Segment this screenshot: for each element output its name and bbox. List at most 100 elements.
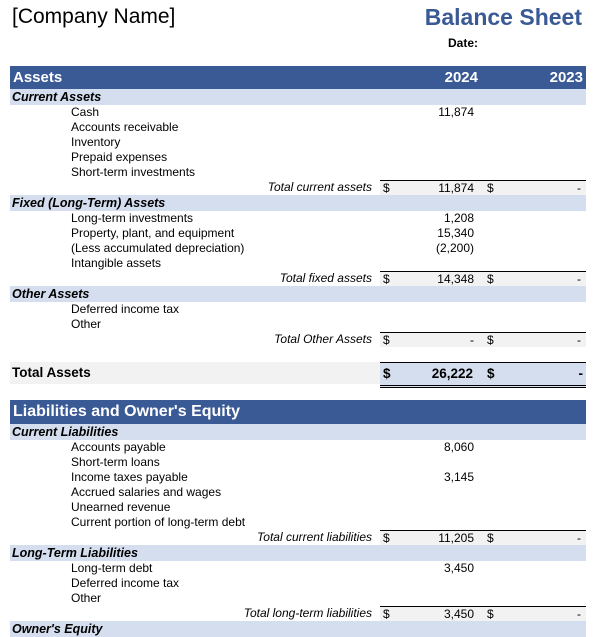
section-current-liabilities: Current Liabilities — [10, 424, 586, 440]
line-item-label: Short-term investments — [71, 165, 196, 179]
subtotal-label: Total current liabilities — [257, 530, 372, 544]
section-label: Long-Term Liabilities — [12, 546, 138, 560]
line-item-label: Accrued salaries and wages — [71, 485, 222, 499]
line-item-label: Accounts receivable — [71, 120, 179, 134]
section-label: Other Assets — [12, 287, 90, 301]
company-name[interactable]: [Company Name] — [12, 5, 175, 29]
subtotal-cells: $3,450 $ - — [380, 606, 586, 621]
subtotal-value-2023[interactable]: - — [488, 333, 581, 348]
line-item-row: Prepaid expenses — [10, 150, 586, 165]
line-item-row: Unearned revenue — [10, 500, 586, 515]
line-item-label: Other — [71, 317, 102, 331]
subtotal-label: Total long-term liabilities — [243, 606, 372, 620]
subtotal-cells: $ - $ - — [380, 332, 586, 347]
line-item-row: Property, plant, and equipment 15,340 — [10, 226, 586, 241]
line-item-value-2024[interactable]: (2,200) — [382, 241, 474, 256]
subtotal-value-2024[interactable]: 11,874 — [380, 181, 474, 196]
subtotal-cells: $14,348 $ - — [380, 271, 586, 286]
line-item-label: Long-term debt — [71, 561, 153, 575]
line-item-row: Deferred income tax — [10, 576, 586, 591]
line-item-value-2024[interactable]: 8,060 — [382, 440, 474, 455]
subtotal-value-2023[interactable]: - — [488, 607, 581, 622]
total-assets-row: Total Assets $ 26,222 $ - — [10, 362, 586, 388]
subtotal-value-2024[interactable]: 11,205 — [380, 531, 474, 546]
total-assets-2023[interactable]: - — [488, 363, 584, 385]
balance-sheet-table: Assets 2024 2023 Current Assets Cash 11,87… — [10, 66, 586, 637]
line-item-row: Deferred income tax — [10, 302, 586, 317]
line-item-label: Cash — [71, 105, 100, 119]
line-item-label: Deferred income tax — [71, 302, 180, 316]
section-other-assets: Other Assets — [10, 286, 586, 302]
year-2024-header: 2024 — [444, 69, 478, 86]
line-item-label: Intangible assets — [71, 256, 162, 270]
liabilities-header-row: Liabilities and Owner's Equity — [10, 400, 586, 424]
subtotal-value-2023[interactable]: - — [488, 181, 581, 196]
section-label: Current Liabilities — [12, 425, 119, 439]
subtotal-value-2023[interactable]: - — [488, 531, 581, 546]
line-item-row: Income taxes payable 3,145 — [10, 470, 586, 485]
line-item-row: Long-term investments 1,208 — [10, 211, 586, 226]
line-item-row: Short-term loans — [10, 455, 586, 470]
subtotal-value-2024[interactable]: 3,450 — [380, 607, 474, 622]
sheet-title: Balance Sheet — [424, 4, 582, 30]
total-assets-label: Total Assets — [12, 365, 91, 380]
line-item-label: Current portion of long-term debt — [71, 515, 246, 529]
liabilities-heading: Liabilities and Owner's Equity — [13, 403, 240, 420]
line-item-label: Short-term loans — [71, 455, 160, 469]
subtotal-label: Total fixed assets — [279, 271, 372, 285]
line-item-value-2024[interactable]: 3,450 — [382, 561, 474, 576]
subtotal-cells: $11,205 $ - — [380, 530, 586, 545]
subtotal-value-2023[interactable]: - — [488, 272, 581, 287]
section-long-term-liabilities: Long-Term Liabilities — [10, 545, 586, 561]
line-item-label: Long-term investments — [71, 211, 194, 225]
line-item-value-2024[interactable]: 1,208 — [382, 211, 474, 226]
line-item-row: Long-term debt 3,450 — [10, 561, 586, 576]
subtotal-row-long-term-liabilities: Total long-term liabilities $3,450 $ - — [10, 606, 586, 621]
section-current-assets: Current Assets — [10, 89, 586, 105]
line-item-row: (Less accumulated depreciation) (2,200) — [10, 241, 586, 256]
line-item-label: Deferred income tax — [71, 576, 180, 590]
subtotal-label: Total Other Assets — [274, 332, 372, 346]
subtotal-label: Total current assets — [267, 180, 372, 194]
line-item-value-2024[interactable]: 15,340 — [382, 226, 474, 241]
subtotal-row-fixed-assets: Total fixed assets $14,348 $ - — [10, 271, 586, 286]
line-item-label: Other — [71, 591, 102, 605]
subtotal-row-other-assets: Total Other Assets $ - $ - — [10, 332, 586, 347]
assets-header-row: Assets 2024 2023 — [10, 66, 586, 89]
total-assets-2024[interactable]: 26,222 — [380, 363, 473, 385]
line-item-value-2024[interactable]: 11,874 — [382, 105, 474, 120]
year-2023-header: 2023 — [549, 69, 583, 86]
line-item-row: Current portion of long-term debt — [10, 515, 586, 530]
line-item-label: Prepaid expenses — [71, 150, 168, 164]
line-item-row: Intangible assets — [10, 256, 586, 271]
line-item-value-2024[interactable]: 3,145 — [382, 470, 474, 485]
line-item-label: Inventory — [71, 135, 121, 149]
line-item-row: Accounts receivable — [10, 120, 586, 135]
line-item-row: Cash 11,874 — [10, 105, 586, 120]
line-item-label: Property, plant, and equipment — [71, 226, 235, 240]
line-item-row: Accounts payable 8,060 — [10, 440, 586, 455]
line-item-row: Short-term investments — [10, 165, 586, 180]
line-item-label: (Less accumulated depreciation) — [71, 241, 245, 255]
subtotal-value-2024[interactable]: 14,348 — [380, 272, 474, 287]
line-item-row: Other — [10, 591, 586, 606]
date-label: Date: — [448, 36, 479, 50]
subtotal-row-current-liabilities: Total current liabilities $11,205 $ - — [10, 530, 586, 545]
section-label: Current Assets — [12, 90, 102, 104]
section-fixed-assets: Fixed (Long-Term) Assets — [10, 195, 586, 211]
section-label: Fixed (Long-Term) Assets — [12, 196, 166, 210]
line-item-row: Accrued salaries and wages — [10, 485, 586, 500]
subtotal-value-2024[interactable]: - — [380, 333, 474, 348]
line-item-label: Unearned revenue — [71, 500, 171, 514]
line-item-row: Inventory — [10, 135, 586, 150]
line-item-label: Income taxes payable — [71, 470, 188, 484]
subtotal-cells: $11,874 $ - — [380, 180, 586, 195]
subtotal-row-current-assets: Total current assets $11,874 $ - — [10, 180, 586, 195]
section-owners-equity: Owner's Equity — [10, 621, 586, 637]
assets-heading: Assets — [13, 69, 63, 86]
section-label: Owner's Equity — [12, 622, 103, 636]
line-item-label: Accounts payable — [71, 440, 166, 454]
line-item-row: Other — [10, 317, 586, 332]
